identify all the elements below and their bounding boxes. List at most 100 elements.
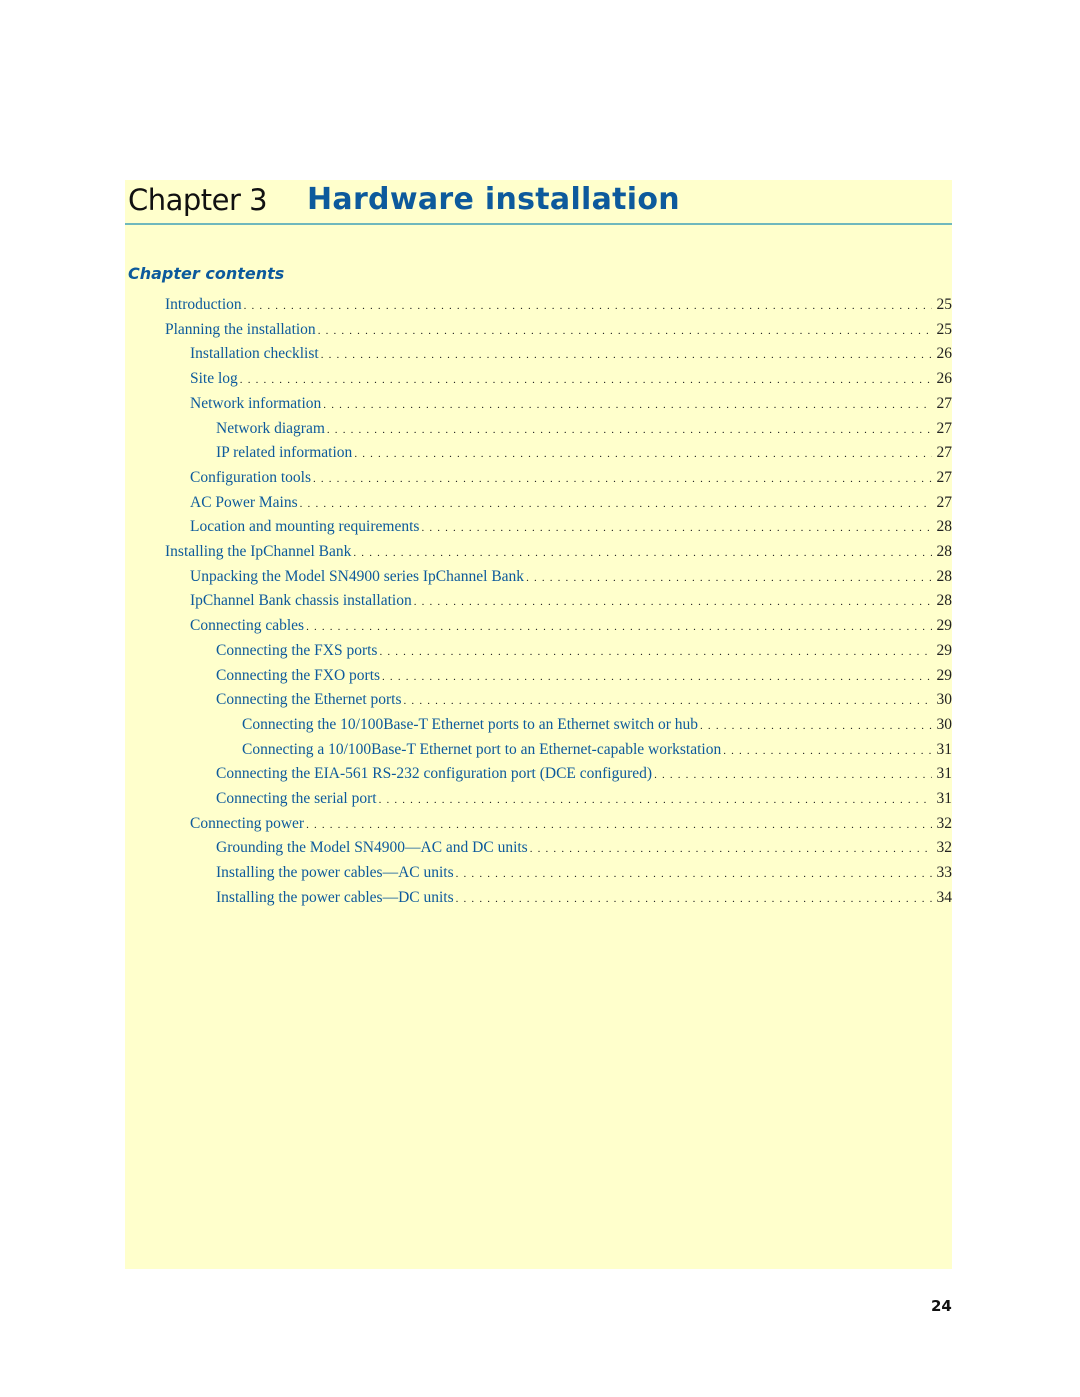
toc-entry-title[interactable]: Network information — [190, 393, 321, 415]
toc-entry-title[interactable]: IP related information — [216, 442, 352, 464]
toc-entry-page[interactable]: 31 — [934, 788, 953, 810]
toc-entry[interactable]: Grounding the Model SN4900—AC and DC uni… — [216, 837, 952, 859]
toc-entry[interactable]: Connecting the Ethernet ports. . . . . .… — [216, 689, 952, 711]
toc-entry-title[interactable]: Connecting cables — [190, 615, 304, 637]
toc-dot-leader: . . . . . . . . . . . . . . . . . . . . … — [239, 374, 932, 387]
toc-entry-page[interactable]: 26 — [934, 368, 953, 390]
toc-entry[interactable]: Planning the installation. . . . . . . .… — [165, 319, 952, 341]
toc-dot-leader: . . . . . . . . . . . . . . . . . . . . … — [723, 744, 932, 757]
toc-entry-page[interactable]: 27 — [934, 393, 953, 415]
toc-entry-page[interactable]: 27 — [934, 492, 953, 514]
toc-dot-leader: . . . . . . . . . . . . . . . . . . . . … — [320, 349, 932, 362]
chapter-label: Chapter 3 — [128, 183, 268, 217]
toc-entry-title[interactable]: Site log — [190, 368, 238, 390]
toc-entry-title[interactable]: Installation checklist — [190, 343, 319, 365]
toc-entry[interactable]: Installing the power cables—AC units. . … — [216, 862, 952, 884]
toc-entry-title[interactable]: Connecting the FXS ports — [216, 640, 377, 662]
toc-entry-title[interactable]: Unpacking the Model SN4900 series IpChan… — [190, 566, 524, 588]
toc-dot-leader: . . . . . . . . . . . . . . . . . . . . … — [312, 472, 932, 485]
toc-entry-title[interactable]: Connecting the EIA-561 RS-232 configurat… — [216, 763, 652, 785]
toc-entry-page[interactable]: 31 — [934, 739, 953, 761]
toc-dot-leader: . . . . . . . . . . . . . . . . . . . . … — [455, 868, 932, 881]
toc-entry-title[interactable]: Configuration tools — [190, 467, 311, 489]
toc-dot-leader: . . . . . . . . . . . . . . . . . . . . … — [455, 892, 932, 905]
toc-dot-leader: . . . . . . . . . . . . . . . . . . . . … — [353, 547, 932, 559]
toc-entry[interactable]: Site log. . . . . . . . . . . . . . . . … — [190, 368, 952, 390]
toc-dot-leader: . . . . . . . . . . . . . . . . . . . . … — [306, 621, 932, 634]
toc-entry[interactable]: Connecting cables. . . . . . . . . . . .… — [190, 615, 952, 637]
toc-entry-page[interactable]: 29 — [934, 640, 953, 662]
toc-entry-title[interactable]: Connecting the FXO ports — [216, 665, 380, 687]
toc-entry-title[interactable]: Connecting the Ethernet ports — [216, 689, 402, 711]
toc-entry-page[interactable]: 25 — [934, 294, 953, 316]
toc-entry-page[interactable]: 28 — [934, 566, 953, 588]
toc-entry-title[interactable]: Connecting the serial port — [216, 788, 377, 810]
toc-entry-page[interactable]: 26 — [934, 343, 953, 365]
toc-entry-page[interactable]: 27 — [934, 442, 953, 464]
toc-entry-page[interactable]: 31 — [934, 763, 953, 785]
toc-entry-title[interactable]: Installing the IpChannel Bank — [165, 541, 351, 563]
toc-dot-leader: . . . . . . . . . . . . . . . . . . . . … — [700, 719, 932, 732]
toc-entry-title[interactable]: Introduction — [165, 294, 242, 316]
toc-entry[interactable]: Configuration tools. . . . . . . . . . .… — [190, 467, 952, 489]
toc-entry-page[interactable]: 34 — [934, 887, 953, 909]
toc-entry-page[interactable]: 29 — [934, 615, 953, 637]
toc-entry[interactable]: Connecting the EIA-561 RS-232 configurat… — [216, 763, 952, 785]
toc-dot-leader: . . . . . . . . . . . . . . . . . . . . … — [413, 596, 932, 609]
toc-entry-title[interactable]: Installing the power cables—DC units — [216, 887, 454, 909]
toc-entry-page[interactable]: 27 — [934, 467, 953, 489]
toc-dot-leader: . . . . . . . . . . . . . . . . . . . . … — [299, 497, 932, 510]
toc-entry-title[interactable]: Network diagram — [216, 418, 325, 440]
toc-entry[interactable]: Connecting the FXO ports. . . . . . . . … — [216, 665, 952, 687]
toc-entry[interactable]: Connecting the serial port. . . . . . . … — [216, 788, 952, 810]
toc-entry-title[interactable]: Location and mounting requirements — [190, 516, 419, 538]
toc-entry-page[interactable]: 30 — [934, 689, 953, 711]
toc-entry-page[interactable]: 28 — [934, 541, 953, 563]
toc-entry-title[interactable]: Installing the power cables—AC units — [216, 862, 454, 884]
toc-entry-page[interactable]: 28 — [934, 590, 953, 612]
toc-entry[interactable]: Network information. . . . . . . . . . .… — [190, 393, 952, 415]
chapter-panel: Chapter 3 Hardware installation Chapter … — [125, 180, 952, 1269]
toc-entry-title[interactable]: Connecting the 10/100Base-T Ethernet por… — [242, 714, 698, 736]
toc-entry[interactable]: IP related information. . . . . . . . . … — [216, 442, 952, 464]
toc-entry[interactable]: AC Power Mains. . . . . . . . . . . . . … — [190, 492, 952, 514]
toc-entry[interactable]: Installing the IpChannel Bank. . . . . .… — [165, 541, 952, 563]
toc-entry[interactable]: Network diagram. . . . . . . . . . . . .… — [216, 418, 952, 440]
toc-entry[interactable]: Introduction. . . . . . . . . . . . . . … — [165, 294, 952, 316]
toc-entry-page[interactable]: 32 — [934, 837, 953, 859]
toc-dot-leader: . . . . . . . . . . . . . . . . . . . . … — [306, 818, 932, 831]
toc-dot-leader: . . . . . . . . . . . . . . . . . . . . … — [654, 769, 932, 782]
toc-entry-page[interactable]: 30 — [934, 714, 953, 736]
toc-entry-title[interactable]: Connecting a 10/100Base-T Ethernet port … — [242, 739, 721, 761]
toc-dot-leader: . . . . . . . . . . . . . . . . . . . . … — [354, 448, 932, 461]
toc-entry-title[interactable]: AC Power Mains — [190, 492, 298, 514]
toc-entry[interactable]: Installation checklist. . . . . . . . . … — [190, 343, 952, 365]
toc-entry[interactable]: Unpacking the Model SN4900 series IpChan… — [190, 566, 952, 588]
toc-entry-title[interactable]: Connecting power — [190, 813, 304, 835]
toc-entry-page[interactable]: 29 — [934, 665, 953, 687]
toc-entry[interactable]: Connecting the 10/100Base-T Ethernet por… — [242, 714, 952, 736]
toc-entry[interactable]: IpChannel Bank chassis installation. . .… — [190, 590, 952, 612]
toc-dot-leader: . . . . . . . . . . . . . . . . . . . . … — [317, 324, 932, 337]
toc-entry[interactable]: Connecting power. . . . . . . . . . . . … — [190, 813, 952, 835]
toc-dot-leader: . . . . . . . . . . . . . . . . . . . . … — [526, 571, 932, 584]
page-number: 24 — [931, 1297, 952, 1315]
toc-entry[interactable]: Location and mounting requirements. . . … — [190, 516, 952, 538]
toc-entry-page[interactable]: 28 — [934, 516, 953, 538]
toc-entry-title[interactable]: Planning the installation — [165, 319, 316, 341]
toc-dot-leader: . . . . . . . . . . . . . . . . . . . . … — [326, 423, 932, 436]
toc-entry-page[interactable]: 32 — [934, 813, 953, 835]
toc-entry-title[interactable]: Grounding the Model SN4900—AC and DC uni… — [216, 837, 528, 859]
toc-dot-leader: . . . . . . . . . . . . . . . . . . . . … — [529, 843, 932, 856]
toc-entry[interactable]: Installing the power cables—DC units. . … — [216, 887, 952, 909]
toc-entry[interactable]: Connecting the FXS ports. . . . . . . . … — [216, 640, 952, 662]
toc-entry[interactable]: Connecting a 10/100Base-T Ethernet port … — [242, 739, 952, 761]
toc-entry-page[interactable]: 25 — [934, 319, 953, 341]
toc-entry-page[interactable]: 33 — [934, 862, 953, 884]
toc-dot-leader: . . . . . . . . . . . . . . . . . . . . … — [403, 695, 932, 708]
toc-dot-leader: . . . . . . . . . . . . . . . . . . . . … — [243, 300, 932, 312]
toc-dot-leader: . . . . . . . . . . . . . . . . . . . . … — [323, 398, 932, 411]
toc-entry-title[interactable]: IpChannel Bank chassis installation — [190, 590, 412, 612]
heading-rule — [125, 223, 952, 225]
toc-entry-page[interactable]: 27 — [934, 418, 953, 440]
